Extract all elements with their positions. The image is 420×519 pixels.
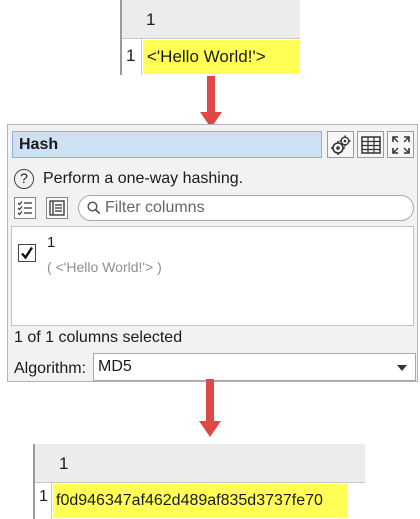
input-column-header[interactable]: 1 (122, 0, 300, 39)
hash-transform-panel: Hash ? Perform a one-way hashing. Filter… (7, 124, 418, 382)
down-arrow-icon (199, 379, 221, 439)
algorithm-dropdown[interactable]: MD5 (93, 353, 416, 381)
algorithm-label: Algorithm: (14, 360, 87, 377)
column-list-button[interactable] (46, 197, 68, 219)
select-all-button[interactable] (14, 197, 36, 219)
input-row-number: 1 (126, 46, 136, 65)
transform-title[interactable]: Hash (12, 131, 322, 158)
output-column-header[interactable]: 1 (35, 444, 365, 483)
row-divider (141, 38, 142, 75)
filter-columns-input[interactable]: Filter columns (78, 195, 414, 221)
chevron-down-icon (397, 365, 407, 371)
selection-count: 1 of 1 columns selected (14, 329, 183, 346)
column-name[interactable]: 1 (47, 234, 55, 251)
settings-button[interactable] (327, 131, 354, 158)
select-all-icon (17, 201, 32, 216)
expand-icon (391, 135, 410, 154)
column-sample-value: ( <'Hello World!'> ) (47, 259, 162, 275)
gears-icon (330, 135, 350, 155)
column-list: 1 ( <'Hello World!'> ) (11, 226, 414, 326)
table-icon (360, 135, 381, 154)
output-column-header-label: 1 (59, 454, 69, 473)
input-cell[interactable]: <'Hello World!'> (143, 40, 300, 74)
down-arrow-icon (200, 76, 222, 128)
filter-placeholder: Filter columns (105, 199, 205, 216)
help-icon[interactable]: ? (14, 169, 34, 189)
output-cell[interactable]: f0d946347af462d489af835d3737fe70 (53, 484, 348, 518)
transform-description: Perform a one-way hashing. (43, 170, 244, 187)
output-row-number: 1 (39, 488, 48, 505)
row-divider (51, 482, 52, 519)
expand-button[interactable] (387, 131, 414, 158)
table-view-button[interactable] (357, 131, 384, 158)
search-icon (87, 201, 101, 215)
input-table: 1 1 <'Hello World!'> (120, 0, 300, 75)
input-column-header-label: 1 (146, 10, 156, 29)
check-icon (21, 246, 34, 260)
column-checkbox[interactable] (18, 244, 36, 262)
output-table: 1 1 f0d946347af462d489af835d3737fe70 (33, 444, 365, 519)
algorithm-value: MD5 (98, 358, 132, 375)
column-list-icon (49, 200, 65, 216)
